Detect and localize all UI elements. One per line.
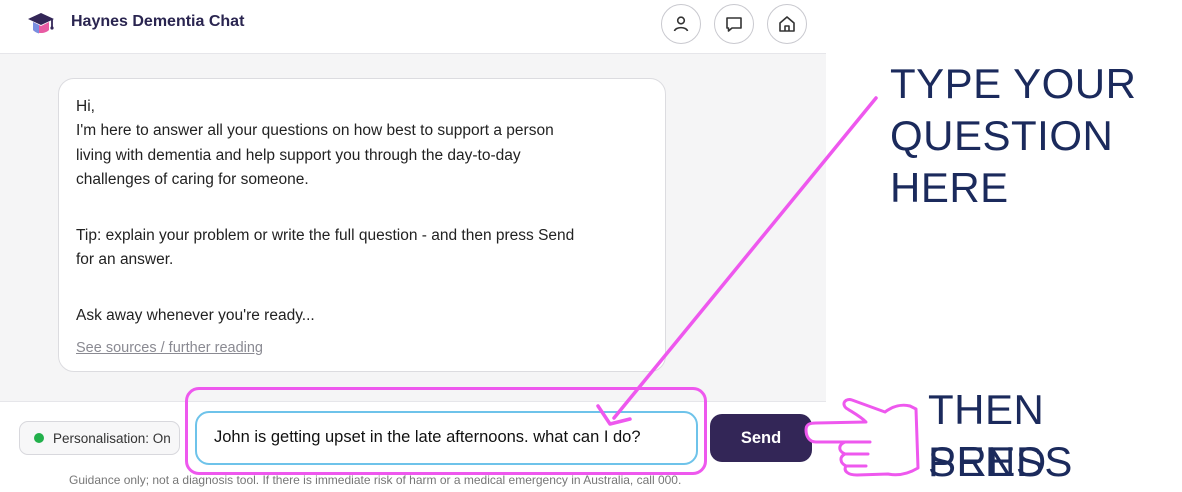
status-dot-icon: [34, 433, 44, 443]
user-icon: [673, 16, 689, 32]
disclaimer-text: Guidance only; not a diagnosis tool. If …: [69, 473, 682, 487]
message-line: challenges of caring for someone.: [76, 171, 309, 188]
message-line: Ask away whenever you're ready...: [76, 307, 315, 324]
personalisation-label: Personalisation: On: [53, 430, 171, 446]
home-button[interactable]: [767, 4, 807, 44]
annotation-type-line: TYPE YOUR: [890, 60, 1137, 107]
tip-line: for an answer.: [76, 251, 174, 268]
tip-line: Tip: explain your problem or write the f…: [76, 227, 575, 244]
personalisation-toggle[interactable]: Personalisation: On: [19, 421, 180, 455]
chat-bubble-icon: [726, 17, 742, 32]
message-line: I'm here to answer all your questions on…: [76, 122, 554, 139]
home-icon: [779, 16, 795, 32]
screenshot-stage: Haynes Dementia Chat Hi, I'm here to ans…: [0, 0, 1182, 492]
message-line: living with dementia and help support yo…: [76, 147, 521, 164]
chat-button[interactable]: [714, 4, 754, 44]
input-highlight-box: [185, 387, 707, 475]
annotation-type-line: HERE: [890, 164, 1009, 211]
annotation-type-line: QUESTION: [890, 112, 1114, 159]
annotation-send-line: SEND: [928, 438, 1047, 485]
sources-link[interactable]: See sources / further reading: [76, 340, 263, 356]
profile-button[interactable]: [661, 4, 701, 44]
app-header: Haynes Dementia Chat: [0, 0, 826, 54]
app-title: Haynes Dementia Chat: [71, 13, 245, 30]
graduation-cap-logo-icon: [28, 13, 54, 34]
send-button[interactable]: Send: [710, 414, 812, 462]
message-line: Hi,: [76, 98, 95, 115]
